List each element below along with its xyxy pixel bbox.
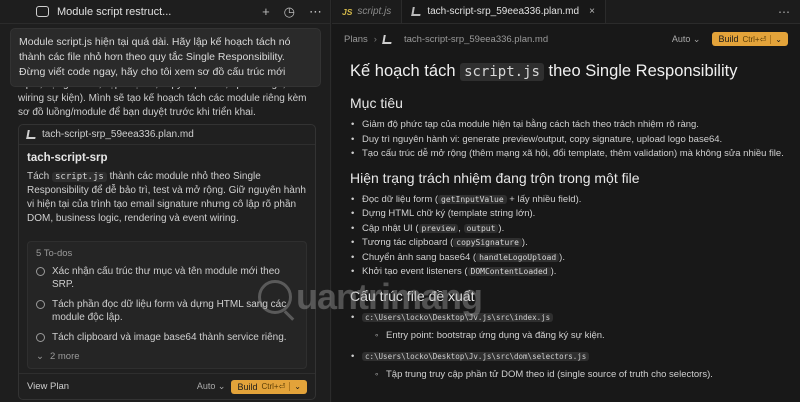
build-button[interactable]: Build Ctrl+⏎ ⌄ <box>231 379 307 394</box>
section-heading: Hiện trạng trách nhiệm đang trộn trong m… <box>350 169 640 186</box>
history-icon[interactable]: ◷ <box>284 4 295 20</box>
chevron-down-icon[interactable]: ⌄ <box>289 382 301 391</box>
model-select[interactable]: Auto ⌄ <box>672 34 701 45</box>
todo-checkbox-icon[interactable] <box>36 333 45 342</box>
todo-item[interactable]: Xác nhận cấu trúc thư mục và tên module … <box>36 265 298 291</box>
section-heading: Mục tiêu <box>350 95 403 111</box>
structure-list: c:\Users\locko\Desktop\Jv.js\src\index.j… <box>350 311 790 383</box>
more-todos-link[interactable]: ⌄ 2 more <box>36 351 298 362</box>
plan-document: Kế hoạch tách script.js theo Single Resp… <box>350 62 790 391</box>
list-item: Đọc dữ liệu form (getInputValue + lấy nh… <box>350 193 790 208</box>
new-chat-icon[interactable]: + <box>262 4 270 20</box>
plan-description: Tách script.js thành các module nhỏ theo… <box>27 171 306 224</box>
chat-icon <box>36 6 49 17</box>
chat-actions: + ◷ ⋯ <box>262 4 322 20</box>
list-item: Tạo cấu trúc dễ mở rộng (thêm mạng xã hộ… <box>350 147 790 162</box>
plan-card-header[interactable]: tach-script-srp_59eea336.plan.md <box>19 125 315 145</box>
chat-header: Module script restruct... + ◷ ⋯ <box>0 0 330 24</box>
todo-item[interactable]: Tách clipboard và image base64 thành ser… <box>36 331 298 344</box>
tab-script-js[interactable]: JS script.js <box>332 0 403 23</box>
markdown-file-icon <box>411 7 423 16</box>
section-heading: Cấu trúc file đề xuất <box>350 287 475 304</box>
close-icon[interactable]: × <box>589 6 595 17</box>
chat-panel: Module script restruct... + ◷ ⋯ input, d… <box>0 0 331 402</box>
list-item: Giảm độ phức tạp của module hiện tại bằn… <box>350 118 790 133</box>
list-item: Tập trung truy cập phần tử DOM theo id (… <box>374 368 790 383</box>
editor-panel: JS script.js tach-script-srp_59eea336.pl… <box>332 0 800 402</box>
markdown-file-icon <box>382 34 393 44</box>
model-select[interactable]: Auto ⌄ <box>197 381 226 392</box>
user-message[interactable]: Module script.js hiện tại quá dài. Hãy l… <box>10 28 321 87</box>
todo-checkbox-icon[interactable] <box>36 267 45 276</box>
js-file-icon: JS <box>342 6 353 17</box>
tab-plan-md[interactable]: tach-script-srp_59eea336.plan.md × <box>402 0 606 23</box>
document-title: Kế hoạch tách script.js theo Single Resp… <box>350 62 738 81</box>
list-item: Dựng HTML chữ ký (template string lớn). <box>350 207 790 222</box>
todos-list: 5 To-dos Xác nhận cấu trúc thư mục và tê… <box>27 241 307 369</box>
list-item: Khởi tạo event listeners (DOMContentLoad… <box>350 265 790 280</box>
inline-code: script.js <box>52 172 107 182</box>
file-path[interactable]: c:\Users\locko\Desktop\Jv.js\src\index.j… <box>362 312 554 322</box>
breadcrumb-bar: Plans › tach-script-srp_59eea336.plan.md… <box>332 28 800 50</box>
list-item: Duy trì nguyên hành vi: generate preview… <box>350 133 790 148</box>
plan-file-name: tach-script-srp_59eea336.plan.md <box>42 129 194 140</box>
build-button[interactable]: Build Ctrl+⏎ ⌄ <box>712 32 788 46</box>
todos-header: 5 To-dos <box>36 248 73 259</box>
breadcrumb: Plans › tach-script-srp_59eea336.plan.md <box>344 33 549 45</box>
more-icon[interactable]: ⋯ <box>768 0 800 23</box>
list-item: Chuyển ảnh sang base64 (handleLogoUpload… <box>350 251 790 266</box>
chevron-right-icon: › <box>373 33 377 45</box>
plan-card-footer: View Plan Auto ⌄ Build Ctrl+⏎ ⌄ <box>19 373 315 399</box>
list-item: c:\Users\locko\Desktop\Jv.js\src\index.j… <box>350 311 790 344</box>
todo-checkbox-icon[interactable] <box>36 300 45 309</box>
chat-title[interactable]: Module script restruct... <box>57 6 171 18</box>
list-item: Tương tác clipboard (copySignature). <box>350 236 790 251</box>
current-list: Đọc dữ liệu form (getInputValue + lấy nh… <box>350 193 790 280</box>
editor-actions: Auto ⌄ Build Ctrl+⏎ ⌄ <box>672 32 788 46</box>
editor-tabs: JS script.js tach-script-srp_59eea336.pl… <box>332 0 800 24</box>
file-path[interactable]: c:\Users\locko\Desktop\Jv.js\src\dom\sel… <box>362 351 590 361</box>
list-item: Cập nhật UI (preview, output). <box>350 222 790 237</box>
goals-list: Giảm độ phức tạp của module hiện tại bằn… <box>350 118 790 162</box>
view-plan-button[interactable]: View Plan <box>27 381 69 392</box>
list-item: c:\Users\locko\Desktop\Jv.js\src\dom\sel… <box>350 350 790 383</box>
markdown-file-icon <box>26 130 37 139</box>
chevron-down-icon[interactable]: ⌄ <box>770 34 782 44</box>
inline-code: script.js <box>460 63 544 81</box>
plan-card: tach-script-srp_59eea336.plan.md tach-sc… <box>18 124 316 400</box>
todo-item[interactable]: Tách phần đọc dữ liệu form và dựng HTML … <box>36 298 298 324</box>
plan-title: tach-script-srp <box>27 152 108 164</box>
chevron-down-icon: ⌄ <box>36 351 44 362</box>
more-icon[interactable]: ⋯ <box>309 4 322 20</box>
list-item: Entry point: bootstrap ứng dụng và đăng … <box>374 329 790 344</box>
